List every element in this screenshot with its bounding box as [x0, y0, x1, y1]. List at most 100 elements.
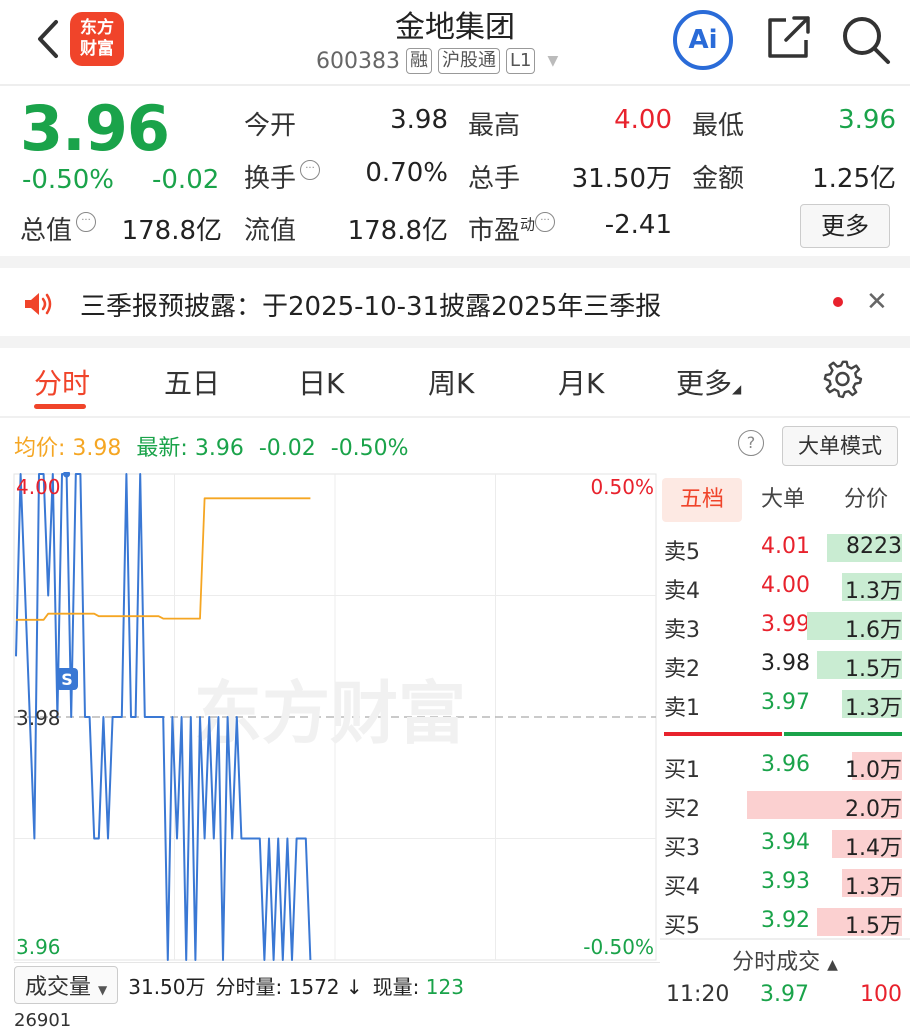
close-icon[interactable]: ✕: [866, 287, 888, 317]
level-label: 卖1: [664, 696, 700, 721]
bid-ask-divider: [664, 732, 902, 736]
level-volume: 1.5万: [845, 914, 902, 939]
gear-icon[interactable]: [822, 358, 864, 400]
volume-axis-tick: 26901: [14, 1010, 72, 1031]
level-volume: 2.0万: [845, 797, 902, 822]
bid-level-3[interactable]: 买3 3.94 1.4万: [660, 824, 910, 863]
tag-margin: 融: [405, 48, 432, 74]
turnover-value: 0.70%: [365, 158, 448, 188]
tab-weekly-k[interactable]: 周K: [428, 362, 474, 402]
section-divider: [0, 256, 910, 268]
stock-code-line: 600383 融 沪股通 L1 ▼: [316, 48, 558, 74]
speaker-icon: [25, 293, 52, 315]
tab-big-order[interactable]: 大单: [748, 478, 818, 522]
y-tick-high: 4.00: [16, 475, 61, 499]
level-price: 3.94: [761, 830, 810, 855]
ask-level-5[interactable]: 卖5 4.01 8223: [660, 528, 910, 567]
watermark: 东方财富: [194, 675, 466, 754]
corner-arrow-icon: ◢: [732, 382, 742, 396]
volume-divider: [14, 962, 660, 963]
level-label: 卖5: [664, 540, 700, 565]
level-volume: 1.0万: [845, 758, 902, 783]
high-point-marker: [63, 472, 71, 478]
tag-connect: 沪股通: [437, 48, 500, 74]
bid-level-4[interactable]: 买4 3.93 1.3万: [660, 863, 910, 902]
level-price: 4.00: [761, 573, 810, 598]
info-icon[interactable]: ···: [535, 212, 556, 232]
volume-value: 31.50万: [571, 164, 672, 194]
last-price: 3.96: [20, 92, 170, 165]
tab-monthly-k[interactable]: 月K: [558, 362, 604, 402]
tab-price-dist[interactable]: 分价: [826, 478, 906, 522]
tab-intraday[interactable]: 分时: [34, 362, 90, 402]
amount-label: 金额: [692, 164, 745, 194]
level-volume: 1.3万: [845, 696, 902, 721]
tab-five-day[interactable]: 五日: [164, 362, 220, 402]
notice-text[interactable]: 三季报预披露：于2025-10-31披露2025年三季报: [80, 286, 661, 323]
open-value: 3.98: [390, 105, 448, 135]
volume-label: 总手: [468, 164, 521, 194]
level-volume: 1.3万: [845, 579, 902, 604]
header-divider: [0, 84, 910, 86]
search-icon[interactable]: [838, 12, 892, 66]
tab-daily-k[interactable]: 日K: [298, 362, 344, 402]
ask-level-2[interactable]: 卖2 3.98 1.5万: [660, 645, 910, 684]
tab-five-level[interactable]: 五档: [662, 478, 742, 522]
intraday-chart[interactable]: 东方财富 S 4.00 3.98 3.96 0.50% -0.50%: [0, 472, 660, 962]
market-cap-label: 总值 ···: [20, 210, 97, 247]
volume-bar: 成交量 ▼ 31.50万 分时量: 1572 ↓ 现量: 123: [14, 966, 660, 1004]
level-volume: 1.6万: [845, 618, 902, 643]
level-volume: 1.5万: [845, 657, 902, 682]
float-cap-label: 流值: [244, 216, 297, 246]
open-label: 今开: [244, 111, 297, 141]
info-icon[interactable]: ···: [300, 160, 321, 180]
turnover-label: 换手 ···: [244, 158, 321, 195]
market-cap-value: 178.8亿: [121, 216, 222, 246]
bid-level-1[interactable]: 买1 3.96 1.0万: [660, 746, 910, 785]
pe-label: 市盈动 ···: [468, 210, 556, 247]
level-price: 3.96: [761, 752, 810, 777]
float-cap-value: 178.8亿: [347, 216, 448, 246]
more-fields-button[interactable]: 更多: [800, 204, 890, 248]
fen-volume: 分时量: 1572 ↓: [215, 974, 363, 999]
dropdown-icon[interactable]: ▼: [547, 53, 558, 69]
y-tick-ref: 3.98: [16, 706, 61, 730]
level-price: 3.97: [761, 690, 810, 715]
level-label: 卖2: [664, 657, 700, 682]
svg-text:S: S: [61, 670, 73, 689]
level-price: 3.93: [761, 869, 810, 894]
help-icon[interactable]: ?: [738, 430, 764, 456]
ask-level-1[interactable]: 卖1 3.97 1.3万: [660, 684, 910, 723]
level-price: 3.99: [761, 612, 810, 637]
bid-level-2[interactable]: 买23.952.0万: [660, 785, 910, 824]
y-tick-low: 3.96: [16, 935, 61, 959]
level-volume: 1.4万: [845, 836, 902, 861]
level-label: 买5: [664, 914, 700, 939]
tab-divider: [0, 416, 910, 418]
share-icon[interactable]: [764, 12, 814, 62]
level-label: 卖3: [664, 618, 700, 643]
price-summary: 均价: 3.98 最新: 3.96 -0.02 -0.50%: [14, 436, 409, 461]
stock-code: 600383: [316, 48, 400, 74]
low-label: 最低: [692, 111, 745, 141]
level-label: 买1: [664, 758, 700, 783]
change-percent: -0.50%: [22, 165, 114, 195]
active-tab-indicator: [34, 404, 86, 409]
high-label: 最高: [468, 111, 521, 141]
caret-up-icon: ▲: [827, 957, 838, 973]
high-value: 4.00: [614, 105, 672, 135]
y-tick-pct-low: -0.50%: [583, 935, 654, 959]
tab-more[interactable]: 更多◢: [676, 362, 741, 402]
ai-button[interactable]: Ai: [673, 10, 733, 70]
info-icon[interactable]: ···: [76, 212, 97, 232]
level-label: 买2: [664, 797, 700, 822]
volume-indicator-select[interactable]: 成交量 ▼: [14, 966, 119, 1004]
ask-level-3[interactable]: 卖3 3.99 1.6万: [660, 606, 910, 645]
big-order-mode-button[interactable]: 大单模式: [782, 426, 898, 466]
bid-level-5[interactable]: 买5 3.92 1.5万: [660, 902, 910, 941]
volume-total: 31.50万: [128, 974, 206, 999]
level-label: 买3: [664, 836, 700, 861]
trades-header[interactable]: 分时成交 ▲: [660, 944, 910, 976]
ask-level-4[interactable]: 卖4 4.00 1.3万: [660, 567, 910, 606]
order-book-tabs: 五档 大单 分价: [660, 478, 910, 522]
